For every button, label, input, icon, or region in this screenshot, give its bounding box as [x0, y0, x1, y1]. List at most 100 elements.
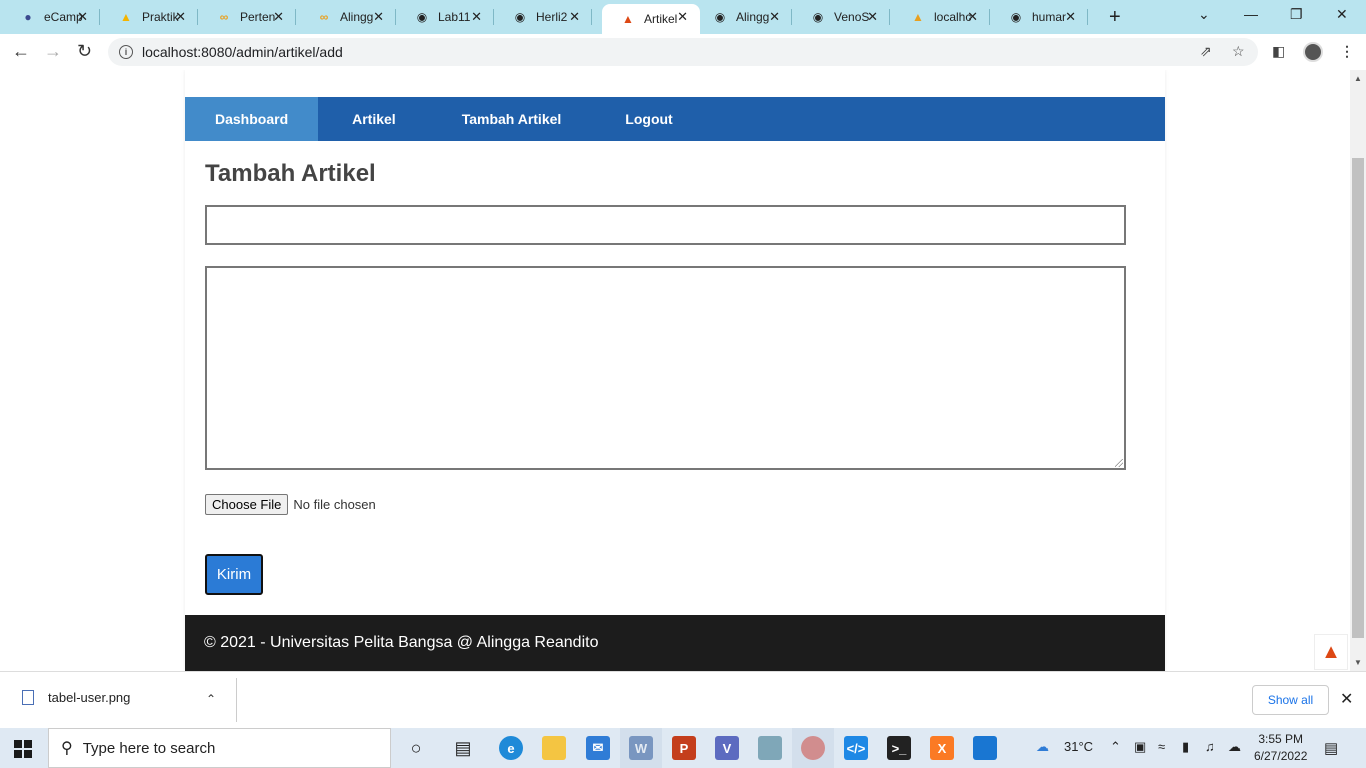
download-item[interactable]: tabel-user.png	[22, 690, 130, 705]
download-file-name: tabel-user.png	[48, 690, 131, 705]
clock-date: 6/27/2022	[1254, 749, 1308, 763]
browser-tab[interactable]: ▲ localhc ✕	[892, 4, 990, 30]
side-panel-icon[interactable]: ◧	[1272, 43, 1285, 60]
notifications-icon[interactable]: ▤	[1324, 739, 1338, 757]
nav-logout[interactable]: Logout	[593, 97, 704, 141]
menu-kebab-icon[interactable]: ⋮	[1340, 43, 1354, 60]
cortana-icon[interactable]: ○	[404, 736, 428, 760]
temperature[interactable]: 31°C	[1064, 739, 1093, 754]
mail-icon[interactable]: ✉	[586, 736, 610, 760]
close-tab-icon[interactable]: ✕	[77, 9, 88, 25]
choose-file-button[interactable]: Choose File	[205, 494, 289, 515]
close-tab-icon[interactable]: ✕	[273, 9, 284, 25]
weather-icon[interactable]: ☁	[1036, 739, 1049, 755]
nav-tambah-artikel[interactable]: Tambah Artikel	[430, 97, 594, 141]
chevron-up-tray-icon[interactable]: ⌃	[1110, 739, 1121, 755]
close-download-bar-icon[interactable]: ✕	[1340, 689, 1353, 709]
submit-button[interactable]: Kirim	[205, 554, 263, 595]
infinity-icon: ∞	[219, 10, 229, 24]
reload-icon[interactable]: ↻	[77, 41, 92, 62]
close-tab-icon[interactable]: ✕	[677, 9, 688, 25]
powerpoint-icon[interactable]: P	[672, 736, 696, 760]
close-tab-icon[interactable]: ✕	[967, 9, 978, 25]
forward-icon[interactable]: →	[44, 41, 62, 62]
profile-avatar[interactable]	[1303, 42, 1323, 62]
browser-tab[interactable]: ▲ Praktik ✕	[100, 4, 198, 30]
restore-icon[interactable]: ❐	[1290, 6, 1303, 23]
nav-artikel[interactable]: Artikel	[318, 97, 430, 141]
close-tab-icon[interactable]: ✕	[471, 9, 482, 25]
task-view-icon[interactable]: ▤	[451, 736, 475, 760]
owl-icon: ●	[24, 10, 32, 24]
browser-tab[interactable]: ∞ Alingg ✕	[298, 4, 396, 30]
google-drive-icon: ▲	[120, 10, 132, 24]
terminal-icon[interactable]: >_	[887, 736, 911, 760]
content-textarea[interactable]	[205, 266, 1126, 470]
close-tab-icon[interactable]: ✕	[867, 9, 878, 25]
github-icon: ◉	[812, 10, 824, 24]
scrollbar-thumb[interactable]	[1352, 158, 1364, 638]
file-explorer-icon[interactable]	[542, 736, 566, 760]
file-icon	[22, 690, 34, 705]
page-scrollbar[interactable]: ▲ ▼	[1350, 70, 1366, 671]
bookmark-star-icon[interactable]: ☆	[1232, 43, 1245, 60]
title-input[interactable]	[205, 205, 1126, 245]
battery-icon[interactable]: ▮	[1182, 739, 1189, 755]
resize-grip-icon[interactable]	[1115, 459, 1123, 467]
chevron-up-icon[interactable]: ⌃	[206, 692, 216, 706]
edge-icon[interactable]: e	[499, 736, 523, 760]
browser-tab-strip: ● eCamp ✕ ▲ Praktik ✕ ∞ Perten ✕ ∞ Aling…	[0, 0, 1366, 34]
codeigniter-flame-icon: ▲	[622, 12, 634, 26]
close-tab-icon[interactable]: ✕	[1065, 9, 1076, 25]
page-viewport: Dashboard Artikel Tambah Artikel Logout …	[0, 70, 1350, 671]
search-placeholder: Type here to search	[82, 739, 216, 757]
close-tab-icon[interactable]: ✕	[569, 9, 580, 25]
app-icon[interactable]	[758, 736, 782, 760]
address-bar[interactable]: i localhost:8080/admin/artikel/add	[108, 38, 1258, 66]
page-footer: © 2021 - Universitas Pelita Bangsa @ Ali…	[185, 615, 1165, 671]
back-icon[interactable]: ←	[12, 41, 30, 62]
meet-icon[interactable]: ▣	[1134, 739, 1146, 755]
onedrive-icon[interactable]: ☁	[1228, 739, 1241, 755]
active-app-highlight	[792, 728, 834, 768]
close-tab-icon[interactable]: ✕	[373, 9, 384, 25]
codeigniter-debug-toolbar-icon[interactable]: ▲	[1314, 634, 1348, 670]
close-tab-icon[interactable]: ✕	[175, 9, 186, 25]
taskbar-clock[interactable]: 3:55 PM 6/27/2022	[1254, 731, 1307, 765]
scroll-down-icon[interactable]: ▼	[1354, 658, 1362, 667]
visio-icon[interactable]: V	[715, 736, 739, 760]
browser-tab[interactable]: ◉ Alingg ✕	[694, 4, 792, 30]
site-info-icon[interactable]: i	[119, 45, 133, 59]
share-icon[interactable]: ⇗	[1200, 43, 1212, 60]
vscode-icon[interactable]: </>	[844, 736, 868, 760]
windows-start-icon[interactable]	[14, 740, 32, 758]
github-icon: ◉	[1010, 10, 1022, 24]
scroll-up-icon[interactable]: ▲	[1354, 74, 1362, 83]
download-bar: tabel-user.png ⌃ Show all ✕	[0, 671, 1366, 728]
new-tab-icon[interactable]: +	[1109, 6, 1121, 29]
browser-tab[interactable]: ◉ VenoS ✕	[792, 4, 890, 30]
minimize-icon[interactable]: —	[1244, 6, 1258, 22]
photos-icon[interactable]	[973, 736, 997, 760]
volume-icon[interactable]: ♫	[1205, 739, 1215, 754]
nav-dashboard[interactable]: Dashboard	[185, 97, 319, 141]
tab-search-chevron-icon[interactable]: ⌄	[1198, 6, 1210, 23]
github-icon: ◉	[416, 10, 428, 24]
github-icon: ◉	[714, 10, 726, 24]
wifi-icon[interactable]: ≈	[1158, 739, 1165, 754]
xampp-icon[interactable]: X	[930, 736, 954, 760]
browser-tab-active[interactable]: ▲ Artikel ✕	[602, 4, 700, 34]
phpmyadmin-icon: ▲	[912, 10, 924, 24]
browser-tab[interactable]: ◉ humar ✕	[990, 4, 1088, 30]
taskbar-search[interactable]: ⚲ Type here to search	[48, 728, 391, 768]
close-tab-icon[interactable]: ✕	[769, 9, 780, 25]
page-container: Dashboard Artikel Tambah Artikel Logout …	[185, 70, 1165, 671]
address-url[interactable]: localhost:8080/admin/artikel/add	[142, 44, 343, 60]
browser-tab[interactable]: ◉ Herli2 ✕	[494, 4, 592, 30]
file-status: No file chosen	[293, 497, 376, 512]
show-all-button[interactable]: Show all	[1252, 685, 1329, 715]
browser-tab[interactable]: ∞ Perten ✕	[198, 4, 296, 30]
browser-tab[interactable]: ◉ Lab11 ✕	[396, 4, 494, 30]
browser-tab[interactable]: ● eCamp ✕	[2, 4, 100, 30]
close-window-icon[interactable]: ✕	[1336, 6, 1348, 23]
